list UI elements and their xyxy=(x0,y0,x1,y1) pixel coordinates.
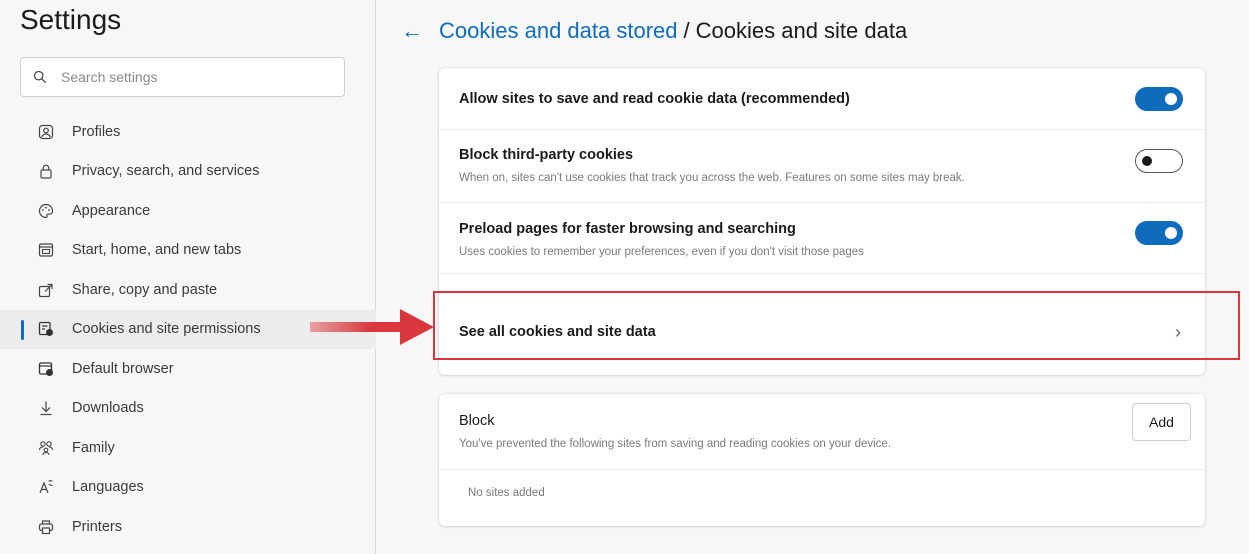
setting-title: Preload pages for faster browsing and se… xyxy=(459,221,796,237)
sidebar-item-label: Family xyxy=(72,439,115,456)
sidebar-item-share[interactable]: Share, copy and paste xyxy=(0,270,376,310)
setting-preload-pages: Preload pages for faster browsing and se… xyxy=(439,203,1205,274)
search-input[interactable] xyxy=(61,69,321,85)
cookies-icon xyxy=(37,320,55,338)
empty-list-text: No sites added xyxy=(468,487,545,499)
family-icon xyxy=(37,439,55,457)
sidebar-item-label: Privacy, search, and services xyxy=(72,163,260,180)
sidebar-item-appearance[interactable]: Appearance xyxy=(0,191,376,231)
sidebar-item-label: Profiles xyxy=(72,123,121,140)
sidebar-item-languages[interactable]: Languages xyxy=(0,468,376,508)
lock-icon xyxy=(37,162,55,180)
sidebar-item-printers[interactable]: Printers xyxy=(0,507,376,547)
setting-block-third-party: Block third-party cookies When on, sites… xyxy=(439,130,1205,203)
sidebar-item-label: Share, copy and paste xyxy=(72,281,218,298)
preload-pages-toggle[interactable] xyxy=(1135,221,1183,245)
search-box[interactable] xyxy=(20,57,345,97)
sidebar-item-label: Printers xyxy=(72,518,122,535)
toggle-knob xyxy=(1165,227,1177,239)
breadcrumb: ← Cookies and data stored / Cookies and … xyxy=(401,18,907,44)
settings-nav: Profiles Privacy, search, and services A… xyxy=(0,112,376,547)
toggle-knob xyxy=(1142,156,1152,166)
block-description: You've prevented the following sites fro… xyxy=(459,438,892,450)
sidebar-item-profiles[interactable]: Profiles xyxy=(0,112,376,152)
settings-sidebar: Settings Profiles Privacy, search, and s… xyxy=(0,0,376,554)
setting-title: Block third-party cookies xyxy=(459,147,634,163)
see-all-cookies-row[interactable]: See all cookies and site data › xyxy=(439,274,1205,375)
sidebar-item-start-home[interactable]: Start, home, and new tabs xyxy=(0,231,376,271)
block-header: Block You've prevented the following sit… xyxy=(439,394,1205,470)
palette-icon xyxy=(37,202,55,220)
search-icon xyxy=(33,70,47,84)
add-button[interactable]: Add xyxy=(1132,403,1191,441)
page-title: Cookies and site data xyxy=(695,18,908,43)
sidebar-item-label: Start, home, and new tabs xyxy=(72,242,242,259)
sidebar-item-cookies[interactable]: Cookies and site permissions xyxy=(0,309,376,349)
setting-title: See all cookies and site data xyxy=(459,324,656,340)
allow-cookies-toggle[interactable] xyxy=(1135,87,1183,111)
toggle-knob xyxy=(1165,93,1177,105)
sidebar-item-downloads[interactable]: Downloads xyxy=(0,389,376,429)
home-tab-icon xyxy=(37,241,55,259)
block-card: Block You've prevented the following sit… xyxy=(439,394,1205,526)
block-third-party-toggle[interactable] xyxy=(1135,149,1183,173)
sidebar-item-label: Cookies and site permissions xyxy=(72,321,261,338)
download-icon xyxy=(37,399,55,417)
sidebar-item-label: Appearance xyxy=(72,202,151,219)
profile-icon xyxy=(37,123,55,141)
cookie-settings-card: Allow sites to save and read cookie data… xyxy=(439,68,1205,375)
back-arrow-icon[interactable]: ← xyxy=(401,18,423,44)
sidebar-item-label: Languages xyxy=(72,479,144,496)
setting-title: Allow sites to save and read cookie data… xyxy=(459,90,850,107)
chevron-right-icon: › xyxy=(1175,322,1181,342)
sidebar-item-family[interactable]: Family xyxy=(0,428,376,468)
languages-icon xyxy=(37,478,55,496)
setting-description: Uses cookies to remember your preference… xyxy=(459,246,864,258)
block-title: Block xyxy=(459,413,495,429)
setting-description: When on, sites can't use cookies that tr… xyxy=(459,172,965,184)
settings-title: Settings xyxy=(20,4,122,35)
setting-allow-cookies: Allow sites to save and read cookie data… xyxy=(439,68,1205,130)
browser-icon xyxy=(37,360,55,378)
sidebar-item-label: Downloads xyxy=(72,400,144,417)
printer-icon xyxy=(37,518,55,536)
sidebar-item-default-browser[interactable]: Default browser xyxy=(0,349,376,389)
sidebar-item-label: Default browser xyxy=(72,360,174,377)
main-content: ← Cookies and data stored / Cookies and … xyxy=(377,0,1249,554)
share-icon xyxy=(37,281,55,299)
sidebar-item-privacy[interactable]: Privacy, search, and services xyxy=(0,152,376,192)
breadcrumb-link[interactable]: Cookies and data stored xyxy=(439,18,678,44)
breadcrumb-separator: / xyxy=(683,18,690,43)
